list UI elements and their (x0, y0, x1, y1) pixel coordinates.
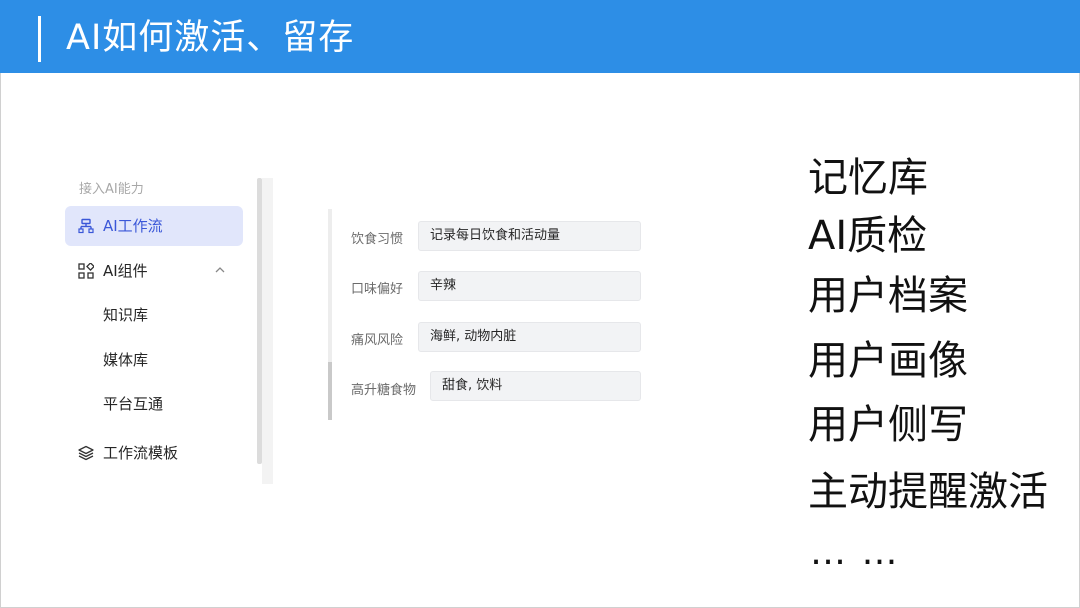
sidebar-scrollbar[interactable] (257, 178, 262, 464)
sidebar-item-knowledge-base[interactable]: 知识库 (65, 295, 243, 335)
field-value-high-gi-food[interactable]: 甜食, 饮料 (430, 371, 641, 401)
sidebar-item-ai-components[interactable]: AI组件 (65, 251, 243, 291)
header-banner: AI如何激活、留存 (0, 0, 1080, 73)
header-accent-bar (38, 16, 41, 62)
panel-scrollbar[interactable] (328, 362, 332, 420)
sidebar-section-title: 接入AI能力 (79, 182, 144, 197)
sidebar-scroll-track (262, 178, 273, 484)
page-title: AI如何激活、留存 (66, 18, 355, 58)
feature-proactive-reminder: 主动提醒激活 (808, 469, 1048, 515)
sidebar-item-label: 知识库 (103, 306, 149, 324)
feature-user-sketch: 用户侧写 (808, 402, 968, 448)
field-value-diet-habit[interactable]: 记录每日饮食和活动量 (418, 221, 641, 251)
field-label-taste-preference: 口味偏好 (351, 282, 404, 297)
sidebar-item-media-library[interactable]: 媒体库 (65, 340, 243, 380)
field-label-gout-risk: 痛风风险 (351, 333, 404, 348)
feature-user-persona: 用户画像 (808, 338, 968, 384)
feature-memory-bank: 记忆库 (808, 155, 928, 201)
sidebar-item-label: 平台互通 (103, 395, 164, 413)
field-value-taste-preference[interactable]: 辛辣 (418, 271, 641, 301)
sidebar-item-ai-workflow[interactable]: AI工作流 (65, 206, 243, 246)
layers-icon (78, 445, 94, 461)
sidebar-item-workflow-templates[interactable]: 工作流模板 (65, 433, 243, 473)
sidebar-item-label: AI工作流 (103, 217, 163, 235)
field-value-gout-risk[interactable]: 海鲜, 动物内脏 (418, 322, 641, 352)
feature-user-profile: 用户档案 (808, 273, 968, 319)
sidebar-item-label: AI组件 (103, 262, 148, 280)
sidebar-item-platform-interop[interactable]: 平台互通 (65, 384, 243, 424)
component-icon (78, 263, 94, 279)
chevron-up-icon[interactable] (215, 265, 225, 275)
field-label-diet-habit: 饮食习惯 (351, 232, 404, 247)
feature-ellipsis: … … (810, 532, 900, 573)
feature-ai-quality-check: AI质检 (808, 213, 928, 259)
workflow-icon (78, 218, 94, 234)
sidebar-item-label: 工作流模板 (103, 444, 179, 462)
field-label-high-gi-food: 高升糖食物 (351, 383, 417, 398)
sidebar-item-label: 媒体库 (103, 351, 149, 369)
